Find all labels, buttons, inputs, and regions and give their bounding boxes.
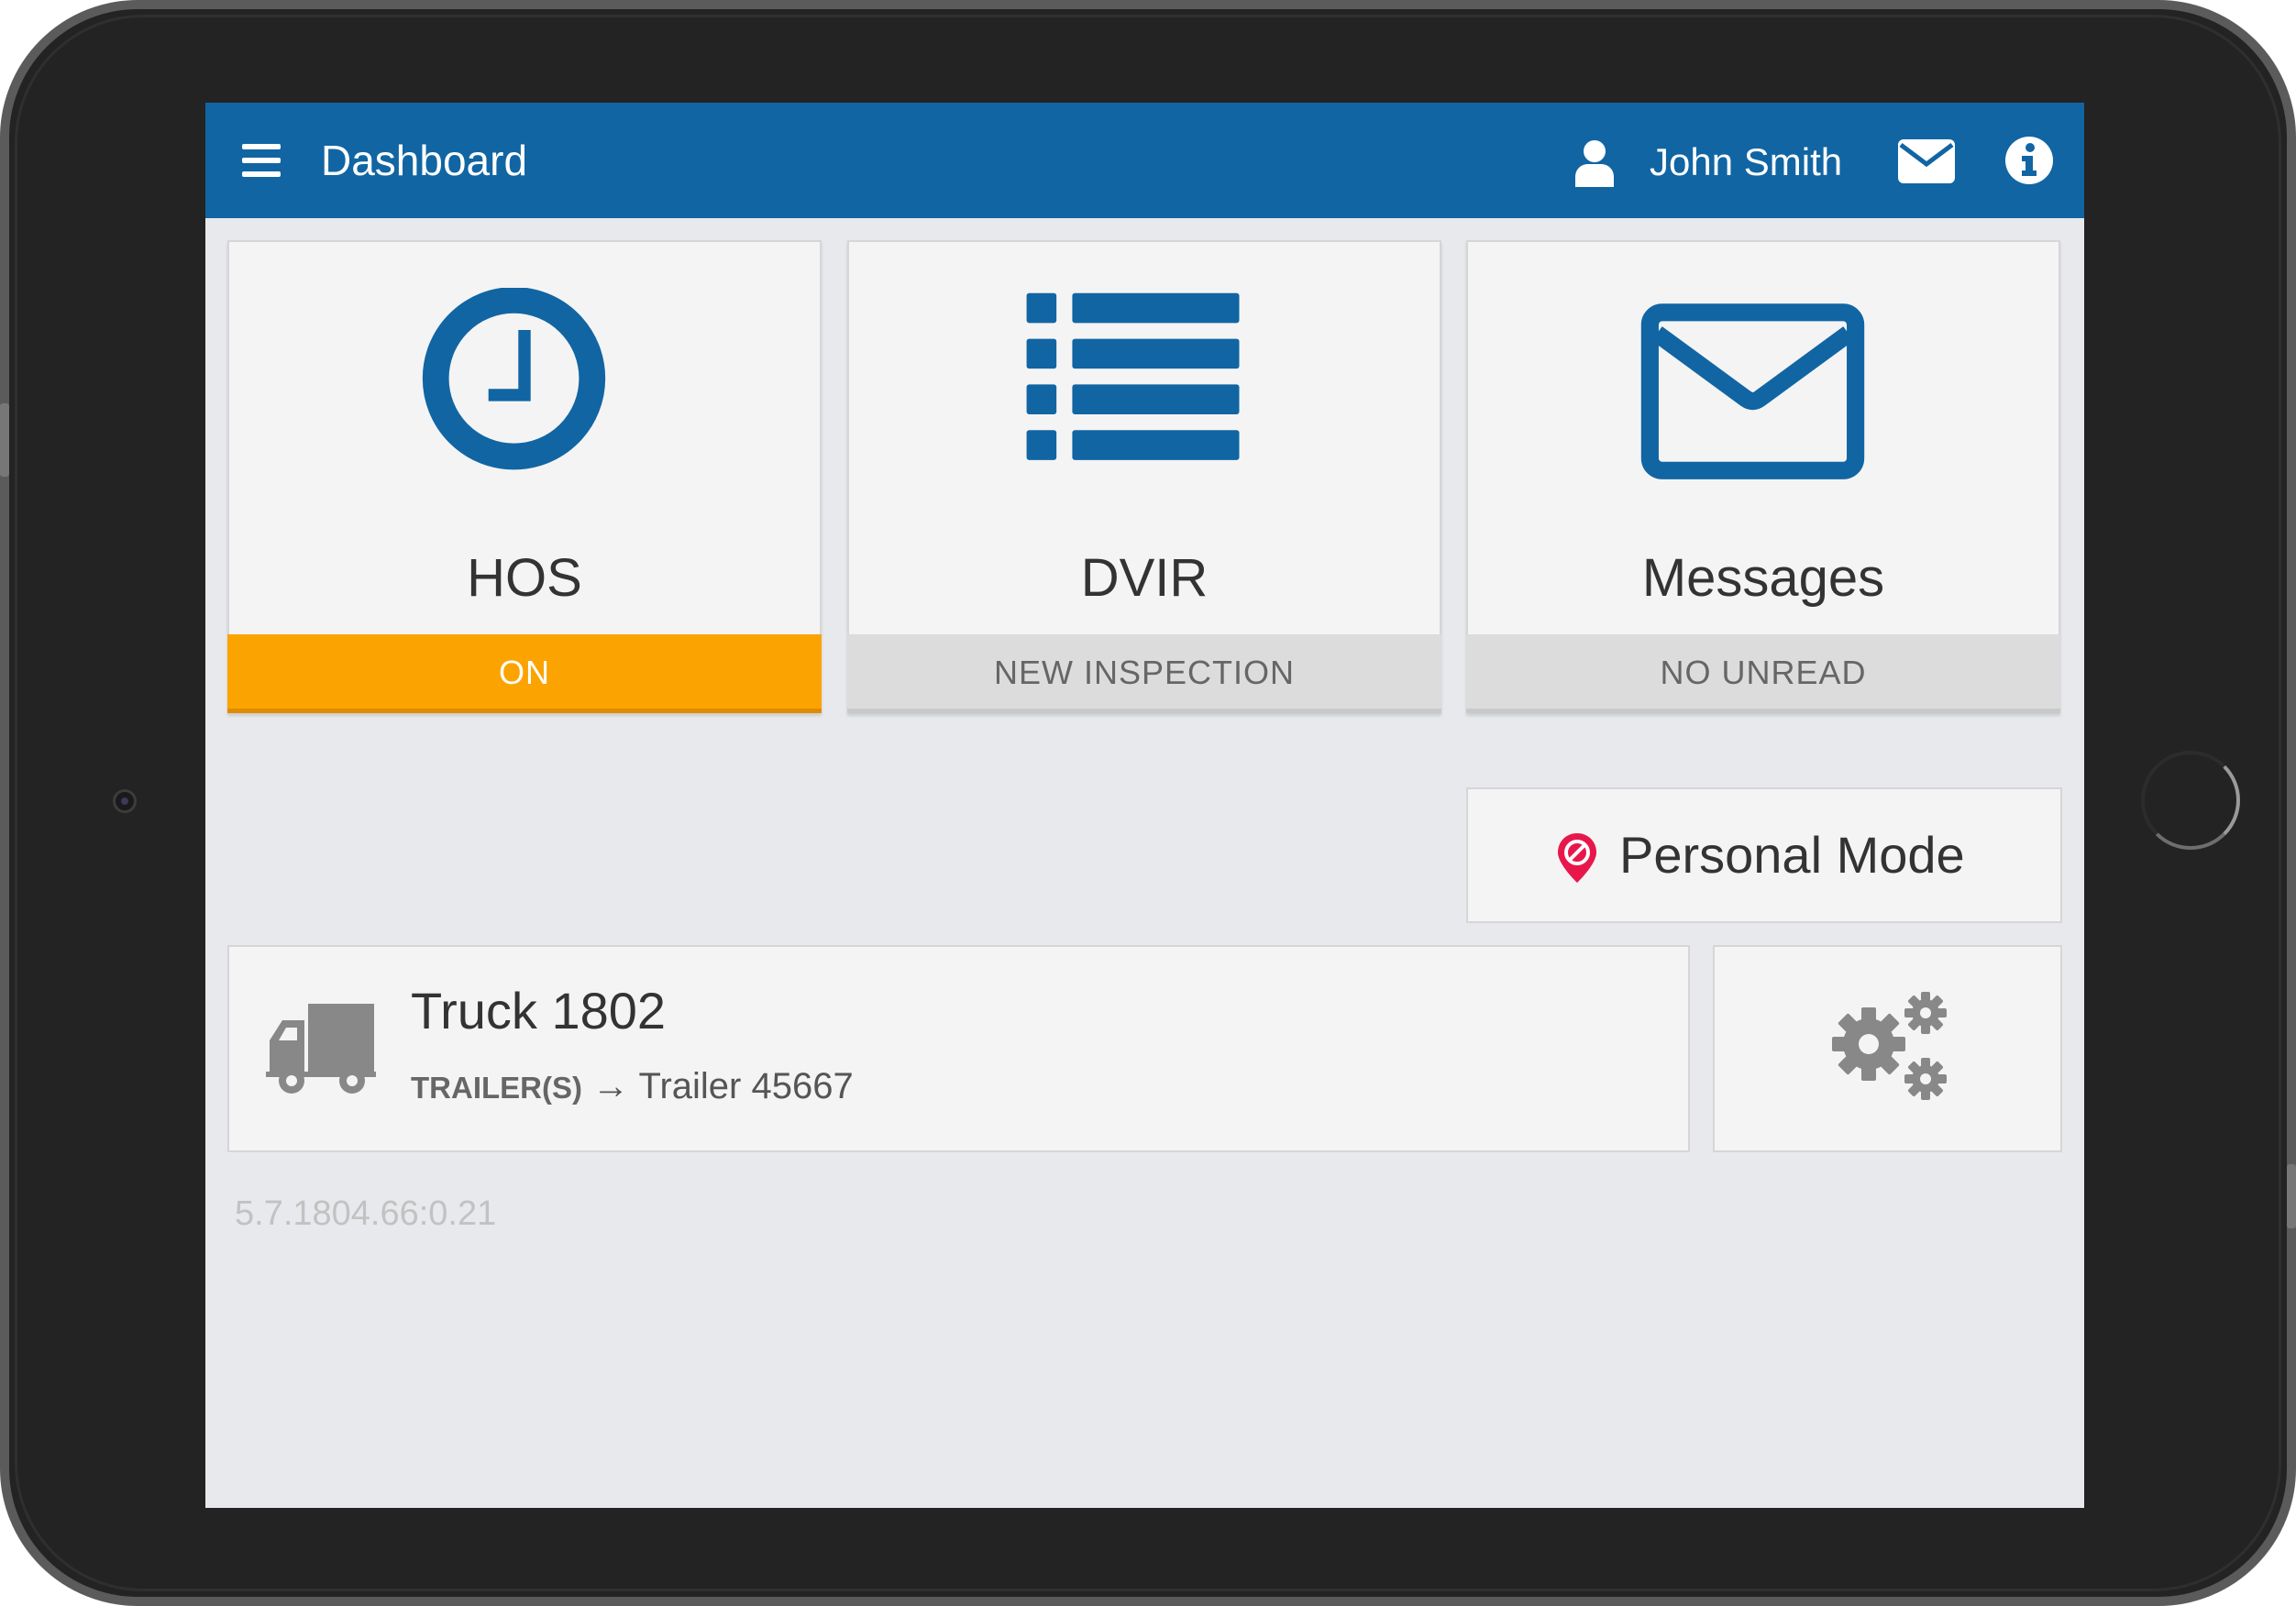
settings-button[interactable] bbox=[1713, 945, 2062, 1152]
gears-icon bbox=[1832, 992, 1947, 1100]
menu-icon[interactable] bbox=[242, 144, 281, 177]
tablet-side-button bbox=[2287, 1164, 2296, 1228]
trailer-value: Trailer 45667 bbox=[638, 1066, 854, 1106]
tile-label: HOS bbox=[467, 548, 582, 608]
truck-icon bbox=[266, 1004, 376, 1094]
home-button[interactable] bbox=[2141, 751, 2240, 850]
status-badge: NO UNREAD bbox=[1466, 634, 2060, 713]
status-badge: NEW INSPECTION bbox=[847, 634, 1441, 713]
truck-name: Truck 1802 bbox=[411, 982, 667, 1040]
list-icon bbox=[1026, 292, 1240, 460]
envelope-icon bbox=[1640, 303, 1865, 479]
tile-messages[interactable]: Messages NO UNREAD bbox=[1466, 240, 2060, 713]
trailer-label: TRAILER(S) bbox=[411, 1071, 582, 1105]
personal-mode-label: Personal Mode bbox=[1619, 826, 1965, 884]
user-name[interactable]: John Smith bbox=[1650, 139, 1842, 185]
camera-icon bbox=[113, 789, 137, 813]
tile-hos[interactable]: HOS ON bbox=[227, 240, 822, 713]
vehicle-card[interactable]: Truck 1802 TRAILER(S) → Trailer 45667 bbox=[227, 945, 1690, 1152]
app-screen: Dashboard John Smith HOS ON DVIR NEW INS… bbox=[205, 103, 2084, 1508]
personal-mode-button[interactable]: Personal Mode bbox=[1466, 787, 2062, 923]
status-badge: ON bbox=[227, 634, 822, 713]
page-title: Dashboard bbox=[321, 137, 528, 184]
tablet-side-button bbox=[0, 403, 9, 477]
mail-icon[interactable] bbox=[1898, 139, 1955, 183]
info-icon[interactable] bbox=[2004, 136, 2054, 185]
top-bar: Dashboard John Smith bbox=[205, 103, 2084, 218]
tile-label: Messages bbox=[1641, 548, 1885, 608]
tile-label: DVIR bbox=[1080, 548, 1209, 608]
clock-icon bbox=[422, 288, 606, 470]
arrow-icon: → bbox=[592, 1066, 630, 1106]
tile-dvir[interactable]: DVIR NEW INSPECTION bbox=[847, 240, 1441, 713]
location-blocked-icon bbox=[1558, 833, 1596, 883]
user-icon bbox=[1575, 140, 1614, 187]
version-label: 5.7.1804.66:0.21 bbox=[235, 1194, 497, 1233]
trailer-line: TRAILER(S) → Trailer 45667 bbox=[411, 1064, 854, 1110]
